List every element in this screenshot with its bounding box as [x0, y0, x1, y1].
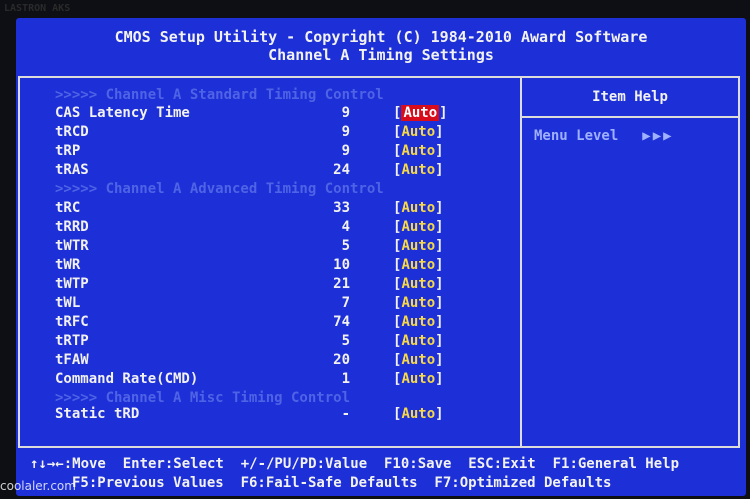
option-text[interactable]: Auto [401, 314, 435, 330]
bios-header: CMOS Setup Utility - Copyright (C) 1984-… [16, 28, 746, 64]
option-text[interactable]: Auto [401, 143, 435, 159]
setting-label: Static tRD [55, 406, 140, 422]
setting-value: 1 [341, 371, 350, 387]
menu-level-label: Menu Level [534, 128, 619, 144]
header-title: CMOS Setup Utility - Copyright (C) 1984-… [114, 28, 648, 46]
setting-label: tRCD [55, 124, 89, 140]
option-text[interactable]: Auto [401, 276, 435, 292]
setting-value: 33 [333, 200, 350, 216]
section-standard-timing: >>>>> Channel A Standard Timing Control [55, 87, 384, 103]
setting-label: tRRD [55, 219, 89, 235]
setting-label: tWTR [55, 238, 89, 254]
setting-option[interactable]: [Auto] [393, 123, 444, 141]
option-text[interactable]: Auto [401, 162, 435, 178]
setting-option[interactable]: [Auto] [393, 142, 444, 160]
setting-row-trcd[interactable]: tRCD 9 [Auto] [55, 123, 515, 141]
setting-label: tRFC [55, 314, 89, 330]
setting-option[interactable]: [Auto] [393, 351, 444, 369]
setting-value: 5 [341, 333, 350, 349]
setting-value: 9 [341, 124, 350, 140]
setting-value: 9 [341, 105, 350, 121]
setting-row-trp[interactable]: tRP 9 [Auto] [55, 142, 515, 160]
setting-value: 10 [333, 257, 350, 273]
setting-option[interactable]: [Auto] [393, 218, 444, 236]
setting-option[interactable]: [Auto] [393, 161, 444, 179]
setting-value: 21 [333, 276, 350, 292]
option-text[interactable]: Auto [401, 124, 435, 140]
option-text[interactable]: Auto [401, 200, 435, 216]
bios-screen: CMOS Setup Utility - Copyright (C) 1984-… [16, 18, 746, 496]
setting-row-trfc[interactable]: tRFC 74 [Auto] [55, 313, 515, 331]
key-help-footer: ↑↓→←:Move Enter:Select +/-/PU/PD:Value F… [16, 454, 746, 496]
option-text[interactable]: Auto [401, 238, 435, 254]
setting-option[interactable]: [Auto] [393, 104, 448, 122]
setting-row-twtr[interactable]: tWTR 5 [Auto] [55, 237, 515, 255]
option-text[interactable]: Auto [401, 333, 435, 349]
setting-option[interactable]: [Auto] [393, 256, 444, 274]
menu-level-arrows-icon: ▶▶▶ [642, 128, 674, 144]
setting-label: tWL [55, 295, 81, 311]
setting-option[interactable]: [Auto] [393, 294, 444, 312]
setting-option[interactable]: [Auto] [393, 275, 444, 293]
option-text[interactable]: Auto [401, 406, 435, 422]
setting-value: 20 [333, 352, 350, 368]
setting-row-twr[interactable]: tWR 10 [Auto] [55, 256, 515, 274]
panel-divider [520, 78, 522, 446]
option-text[interactable]: Auto [401, 352, 435, 368]
option-text[interactable]: Auto [401, 295, 435, 311]
setting-value: 4 [341, 219, 350, 235]
setting-value: 9 [341, 143, 350, 159]
setting-label: tWTP [55, 276, 89, 292]
option-text[interactable]: Auto [401, 371, 435, 387]
setting-row-tras[interactable]: tRAS 24 [Auto] [55, 161, 515, 179]
setting-label: tFAW [55, 352, 89, 368]
selected-option[interactable]: Auto [401, 105, 440, 121]
setting-row-static-trd[interactable]: Static tRD - [Auto] [55, 405, 515, 423]
setting-row-trtp[interactable]: tRTP 5 [Auto] [55, 332, 515, 350]
header-subtitle: Channel A Timing Settings [268, 46, 494, 64]
option-text[interactable]: Auto [401, 257, 435, 273]
setting-value: 24 [333, 162, 350, 178]
setting-option[interactable]: [Auto] [393, 237, 444, 255]
setting-label: Command Rate(CMD) [55, 371, 199, 387]
monitor-brand-label: LASTRON AKS [4, 3, 71, 14]
watermark: coolaler.com [0, 479, 76, 493]
setting-row-twtp[interactable]: tWTP 21 [Auto] [55, 275, 515, 293]
setting-option[interactable]: [Auto] [393, 313, 444, 331]
footer-line-2: F5:Previous Values F6:Fail-Safe Defaults… [72, 475, 612, 491]
setting-option[interactable]: [Auto] [393, 370, 444, 388]
setting-row-command-rate[interactable]: Command Rate(CMD) 1 [Auto] [55, 370, 515, 388]
setting-value: 7 [341, 295, 350, 311]
setting-row-trc[interactable]: tRC 33 [Auto] [55, 199, 515, 217]
setting-label: tRTP [55, 333, 89, 349]
setting-row-twl[interactable]: tWL 7 [Auto] [55, 294, 515, 312]
setting-option[interactable]: [Auto] [393, 405, 444, 423]
setting-row-tfaw[interactable]: tFAW 20 [Auto] [55, 351, 515, 369]
setting-label: tWR [55, 257, 81, 273]
section-advanced-timing: >>>>> Channel A Advanced Timing Control [55, 181, 384, 197]
setting-label: CAS Latency Time [55, 105, 190, 121]
option-text[interactable]: Auto [401, 219, 435, 235]
setting-row-cas-latency[interactable]: CAS Latency Time 9 [Auto] [55, 104, 515, 122]
setting-label: tRC [55, 200, 81, 216]
setting-option[interactable]: [Auto] [393, 199, 444, 217]
setting-value: 5 [341, 238, 350, 254]
help-separator [522, 116, 738, 118]
setting-value: - [341, 406, 350, 422]
setting-value: 74 [333, 314, 350, 330]
footer-line-1: ↑↓→←:Move Enter:Select +/-/PU/PD:Value F… [30, 456, 680, 472]
setting-option[interactable]: [Auto] [393, 332, 444, 350]
menu-level: Menu Level ▶▶▶ [534, 128, 674, 144]
setting-label: tRP [55, 143, 81, 159]
setting-row-trrd[interactable]: tRRD 4 [Auto] [55, 218, 515, 236]
setting-label: tRAS [55, 162, 89, 178]
item-help-title: Item Help [592, 89, 668, 105]
